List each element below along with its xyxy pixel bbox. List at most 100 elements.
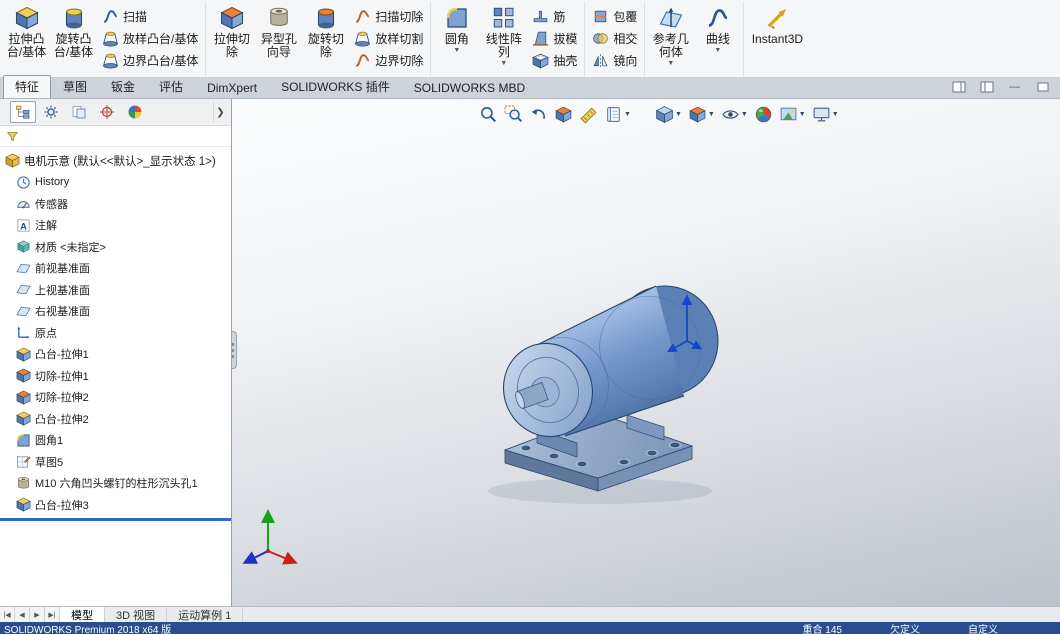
- revolved-cut-button[interactable]: 旋转切除: [302, 2, 349, 60]
- dropdown-caret-icon[interactable]: ▼: [624, 111, 631, 118]
- dropdown-caret-icon[interactable]: ▼: [799, 111, 806, 118]
- dropdown-caret-icon[interactable]: ▼: [667, 60, 674, 67]
- swept-cut-button[interactable]: 扫描切除: [349, 5, 428, 27]
- dimxpertmanager-tab[interactable]: [94, 101, 120, 123]
- view-orientation-icon: [655, 105, 674, 124]
- instant3d-button[interactable]: Instant3D: [746, 2, 808, 47]
- panel-flyout-chevron[interactable]: ❯: [213, 102, 227, 122]
- status-customize-menu[interactable]: 自定义: [968, 622, 998, 634]
- lofted-cut-icon: [354, 30, 371, 47]
- tree-item-material[interactable]: 材质 <未指定>: [0, 236, 231, 258]
- tree-item-cut-extrude1[interactable]: 切除-拉伸1: [0, 365, 231, 387]
- rib-button[interactable]: 筋: [527, 5, 582, 27]
- tree-item-sensors[interactable]: 传感器: [0, 193, 231, 215]
- zoom-to-area-icon: [504, 105, 523, 124]
- tree-item-cbore-hole[interactable]: M10 六角凹头螺钉的柱形沉头孔1: [0, 473, 231, 495]
- scroll-last-tab-button[interactable]: ▶|: [45, 607, 60, 622]
- featuremanager-tree-tab[interactable]: [10, 101, 36, 123]
- pane-split-left-icon[interactable]: [951, 81, 966, 93]
- boundary-cut-button[interactable]: 边界切除: [349, 49, 428, 71]
- measure-button[interactable]: [578, 104, 599, 125]
- tree-item-fillet1[interactable]: 圆角1: [0, 430, 231, 452]
- tree-item-origin[interactable]: 原点: [0, 322, 231, 344]
- sweep-button[interactable]: 扫描: [97, 5, 203, 27]
- boundary-boss-button[interactable]: 边界凸台/基体: [97, 49, 203, 71]
- tree-item-sketch5[interactable]: 草图5: [0, 451, 231, 473]
- revolved-boss-button[interactable]: 旋转凸台/基体: [50, 2, 97, 60]
- tab-solidworks-addins[interactable]: SOLIDWORKS 插件: [269, 75, 402, 98]
- tab-features[interactable]: 特征: [3, 75, 52, 98]
- boundary-boss-icon: [102, 52, 119, 69]
- configurationmanager-tab[interactable]: [66, 101, 92, 123]
- dropdown-caret-icon[interactable]: ▼: [708, 111, 715, 118]
- displaymanager-tab[interactable]: [122, 101, 148, 123]
- button-label: 旋转凸台/基体: [53, 32, 94, 59]
- tab-motion-study-1[interactable]: 运动算例 1: [167, 607, 244, 622]
- motor-model[interactable]: [232, 99, 1060, 606]
- tree-item-top-plane[interactable]: 上视基准面: [0, 279, 231, 301]
- dropdown-caret-icon[interactable]: ▼: [714, 47, 721, 54]
- tree-item-label: 原点: [35, 327, 57, 340]
- command-manager-ribbon: 拉伸凸台/基体 旋转凸台/基体 扫描 放样凸台/基体 边界凸台/基体 拉伸切除: [0, 0, 1060, 78]
- edit-appearance-button[interactable]: [753, 104, 774, 125]
- previous-view-button[interactable]: [528, 104, 549, 125]
- tree-item-front-plane[interactable]: 前视基准面: [0, 258, 231, 280]
- lofted-cut-button[interactable]: 放样切割: [349, 27, 428, 49]
- lofted-boss-button[interactable]: 放样凸台/基体: [97, 27, 203, 49]
- pane-restore-icon[interactable]: [1035, 81, 1050, 93]
- tab-model[interactable]: 模型: [60, 607, 105, 622]
- mass-properties-button[interactable]: ▼: [603, 104, 632, 125]
- linear-pattern-button[interactable]: 线性阵列 ▼: [480, 2, 527, 68]
- shell-button[interactable]: 抽壳: [527, 49, 582, 71]
- mirror-button[interactable]: 镜向: [587, 49, 642, 71]
- tree-item-right-plane[interactable]: 右视基准面: [0, 301, 231, 323]
- propertymanager-tab[interactable]: [38, 101, 64, 123]
- wrap-button[interactable]: 包覆: [587, 5, 642, 27]
- dropdown-caret-icon[interactable]: ▼: [832, 111, 839, 118]
- feature-filter-input[interactable]: [24, 129, 225, 144]
- tab-evaluate[interactable]: 评估: [147, 75, 195, 98]
- graphics-viewport[interactable]: ▼ ▼ ▼ ▼ ▼ ▼: [232, 99, 1060, 606]
- rollback-bar[interactable]: [0, 517, 231, 521]
- apply-scene-button[interactable]: ▼: [778, 104, 807, 125]
- extruded-boss-button[interactable]: 拉伸凸台/基体: [3, 2, 50, 60]
- hole-wizard-button[interactable]: 异型孔向导: [255, 2, 302, 60]
- curves-button[interactable]: 曲线 ▼: [694, 2, 741, 55]
- scroll-prev-tab-button[interactable]: ◀: [15, 607, 30, 622]
- dropdown-caret-icon[interactable]: ▼: [741, 111, 748, 118]
- view-settings-button[interactable]: ▼: [811, 104, 840, 125]
- hide-show-items-button[interactable]: ▼: [720, 104, 749, 125]
- zoom-to-fit-button[interactable]: [478, 104, 499, 125]
- cut-extrude-icon: [16, 390, 31, 405]
- extruded-cut-button[interactable]: 拉伸切除: [208, 2, 255, 60]
- tree-item-boss-extrude3[interactable]: 凸台-拉伸3: [0, 494, 231, 516]
- tab-3d-views[interactable]: 3D 视图: [105, 607, 168, 622]
- tab-sketch[interactable]: 草图: [51, 75, 99, 98]
- tree-item-history[interactable]: History: [0, 172, 231, 194]
- zoom-to-area-button[interactable]: [503, 104, 524, 125]
- tree-item-cut-extrude2[interactable]: 切除-拉伸2: [0, 387, 231, 409]
- scroll-first-tab-button[interactable]: |◀: [0, 607, 15, 622]
- fillet-button[interactable]: 圆角 ▼: [433, 2, 480, 55]
- tree-root-part[interactable]: 电机示意 (默认<<默认>_显示状态 1>): [0, 150, 231, 172]
- display-style-button[interactable]: ▼: [687, 104, 716, 125]
- tree-item-boss-extrude2[interactable]: 凸台-拉伸2: [0, 408, 231, 430]
- tab-dimxpert[interactable]: DimXpert: [195, 78, 269, 98]
- tree-item-boss-extrude1[interactable]: 凸台-拉伸1: [0, 344, 231, 366]
- pane-split-right-icon[interactable]: [979, 81, 994, 93]
- minimize-icon[interactable]: —: [1007, 81, 1022, 93]
- draft-button[interactable]: 拔模: [527, 27, 582, 49]
- dropdown-caret-icon[interactable]: ▼: [453, 47, 460, 54]
- dropdown-caret-icon[interactable]: ▼: [500, 60, 507, 67]
- section-view-button[interactable]: [553, 104, 574, 125]
- view-orientation-button[interactable]: ▼: [654, 104, 683, 125]
- dropdown-caret-icon[interactable]: ▼: [675, 111, 682, 118]
- reference-geometry-button[interactable]: 参考几何体 ▼: [647, 2, 694, 68]
- tab-sheet-metal[interactable]: 钣金: [99, 75, 147, 98]
- tree-item-annotations[interactable]: 注解: [0, 215, 231, 237]
- panel-splitter-grip[interactable]: [232, 331, 237, 369]
- tab-solidworks-mbd[interactable]: SOLIDWORKS MBD: [402, 78, 537, 98]
- scroll-next-tab-button[interactable]: ▶: [30, 607, 45, 622]
- button-label: 相交: [613, 31, 638, 46]
- intersect-button[interactable]: 相交: [587, 27, 642, 49]
